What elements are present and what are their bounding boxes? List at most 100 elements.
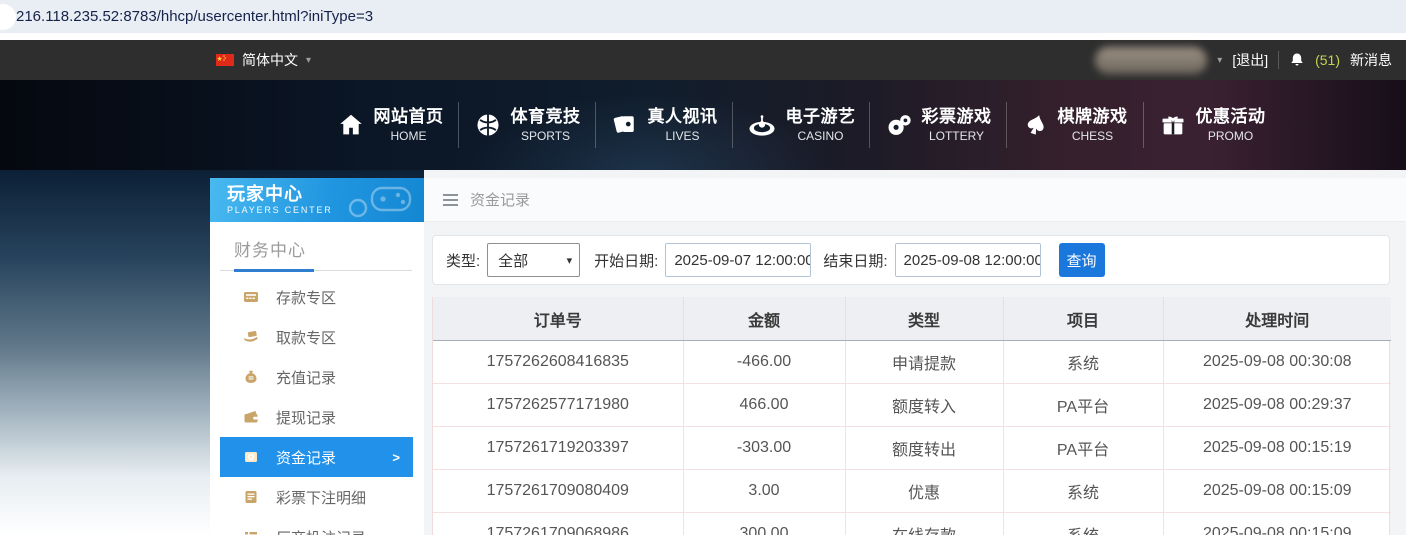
nav-item-home[interactable]: 网站首页HOME — [322, 95, 458, 155]
nav-item-label: 真人视讯LIVES — [648, 106, 718, 143]
sidebar-section: 财务中心 — [220, 236, 412, 271]
gamepad-icon — [340, 180, 416, 222]
table-cell: 1757262577171980 — [433, 384, 683, 427]
playing-cards-icon — [611, 111, 639, 139]
sidebar-item-deposit[interactable]: 存款专区 — [220, 277, 413, 317]
nav-item-casino[interactable]: 电子游艺CASINO — [733, 95, 869, 155]
table-cell: PA平台 — [1003, 427, 1163, 470]
china-flag-icon — [216, 54, 234, 66]
table-cell: 在线存款 — [845, 513, 1003, 535]
sidebar-item-withdrawal-record[interactable]: 提现记录 — [220, 397, 413, 437]
table-row: 17572617090804093.00优惠系统2025-09-08 00:15… — [433, 470, 1391, 513]
end-date-input[interactable] — [895, 243, 1041, 277]
table-cell: 466.00 — [683, 384, 845, 427]
table-cell: 系统 — [1003, 470, 1163, 513]
message-count-badge: (51) — [1315, 52, 1340, 68]
sidebar-item-label: 充值记录 — [276, 367, 336, 388]
table-cell: 2025-09-08 00:30:08 — [1163, 341, 1391, 384]
breadcrumb: 资金记录 — [424, 178, 1406, 222]
lottery-balls-icon — [885, 111, 913, 139]
chevron-down-icon: ▾ — [567, 254, 573, 267]
avatar[interactable] — [1095, 47, 1207, 74]
url-text: 216.118.235.52:8783/hhcp/usercenter.html… — [16, 8, 373, 25]
top-bar-right: ▾ [退出] (51) 新消息 — [1095, 40, 1392, 80]
sidebar-item-label: 存款专区 — [276, 287, 336, 308]
page-title: 资金记录 — [470, 189, 530, 210]
nav-item-label: 优惠活动PROMO — [1196, 106, 1266, 143]
nav-item-label: 电子游艺CASINO — [786, 106, 856, 143]
type-select[interactable]: 全部 ▾ — [487, 243, 580, 277]
content: 资金记录 类型: 全部 ▾ 开始日期: 结束日期: 查询 订单号金额类型项目处理… — [424, 170, 1406, 535]
sidebar-item-withdraw[interactable]: 取款专区 — [220, 317, 413, 357]
bell-icon[interactable] — [1289, 52, 1305, 68]
sidebar-item-label: 彩票下注明细 — [276, 487, 366, 508]
nav-item-promo[interactable]: 优惠活动PROMO — [1144, 95, 1280, 155]
table-cell: 1757261719203397 — [433, 427, 683, 470]
nav-item-label: 棋牌游戏CHESS — [1058, 106, 1128, 143]
start-date-input[interactable] — [665, 243, 811, 277]
sidebar-item-label: 资金记录 — [276, 447, 336, 468]
funds-table: 订单号金额类型项目处理时间 1757262608416835-466.00申请提… — [432, 297, 1390, 535]
table-cell: 2025-09-08 00:15:19 — [1163, 427, 1391, 470]
table-body: 1757262608416835-466.00申请提款系统2025-09-08 … — [433, 341, 1391, 535]
filter-bar: 类型: 全部 ▾ 开始日期: 结束日期: 查询 — [432, 235, 1390, 285]
nav-item-chess[interactable]: 棋牌游戏CHESS — [1007, 95, 1143, 155]
table-cell: 优惠 — [845, 470, 1003, 513]
section-underline — [234, 269, 314, 272]
table-cell: 2025-09-08 00:15:09 — [1163, 513, 1391, 535]
sidebar-section-title: 财务中心 — [234, 236, 412, 269]
recharge-record-icon — [243, 369, 259, 385]
menu-toggle-icon[interactable] — [443, 194, 458, 206]
nav-item-lottery[interactable]: 彩票游戏LOTTERY — [870, 95, 1006, 155]
deposit-icon — [243, 289, 259, 305]
gift-icon — [1159, 111, 1187, 139]
sports-ball-icon — [474, 111, 502, 139]
lottery-detail-icon — [243, 489, 259, 505]
language-selector[interactable]: 简体中文 ▾ — [216, 50, 311, 70]
withdraw-icon — [243, 329, 259, 345]
search-button[interactable]: 查询 — [1059, 243, 1105, 277]
sidebar-item-label: 厂商投注记录 — [276, 527, 366, 535]
start-date-label: 开始日期: — [594, 250, 658, 271]
chevron-right-icon: > — [392, 450, 400, 465]
table-row: 1757262608416835-466.00申请提款系统2025-09-08 … — [433, 341, 1391, 384]
language-label: 简体中文 — [242, 50, 298, 70]
sidebar-item-funds-record[interactable]: 资金记录 > — [220, 437, 413, 477]
browser-strip — [0, 33, 1406, 40]
table-row: 1757261719203397-303.00额度转出PA平台2025-09-0… — [433, 427, 1391, 470]
sidebar-menu: 存款专区取款专区充值记录提现记录资金记录 > 彩票下注明细厂商投注记录 — [220, 277, 413, 535]
divider — [1278, 51, 1279, 69]
table-cell: -466.00 — [683, 341, 845, 384]
home-icon — [337, 111, 365, 139]
table-cell: PA平台 — [1003, 384, 1163, 427]
table-cell: 申请提款 — [845, 341, 1003, 384]
table-row: 1757261709068986300.00在线存款系统2025-09-08 0… — [433, 513, 1391, 535]
chevron-down-icon: ▾ — [1217, 55, 1222, 66]
nav-item-lives[interactable]: 真人视讯LIVES — [596, 95, 732, 155]
sidebar-header: 玩家中心 PLAYERS CENTER — [210, 178, 424, 222]
browser-favicon-circle — [0, 4, 16, 30]
table-header-cell: 类型 — [845, 297, 1003, 341]
table-cell: 系统 — [1003, 341, 1163, 384]
table-cell: 额度转出 — [845, 427, 1003, 470]
table-cell: 1757262608416835 — [433, 341, 683, 384]
end-date-label: 结束日期: — [823, 250, 887, 271]
sidebar: 玩家中心 PLAYERS CENTER 财务中心 存款专区取款专区充值记录提现记… — [210, 178, 424, 535]
table-cell: -303.00 — [683, 427, 845, 470]
roulette-icon — [747, 110, 777, 140]
chevron-down-icon: ▾ — [306, 55, 311, 66]
sidebar-item-recharge-record[interactable]: 充值记录 — [220, 357, 413, 397]
new-messages-link[interactable]: 新消息 — [1350, 50, 1392, 70]
sidebar-item-lottery-detail[interactable]: 彩票下注明细 — [220, 477, 413, 517]
funds-record-icon — [243, 449, 259, 465]
logout-button[interactable]: [退出] — [1232, 50, 1268, 70]
table-cell: 3.00 — [683, 470, 845, 513]
type-select-value: 全部 — [498, 250, 528, 271]
address-bar[interactable]: 216.118.235.52:8783/hhcp/usercenter.html… — [0, 0, 1406, 34]
vendor-bets-icon — [243, 529, 259, 535]
sidebar-item-vendor-bets[interactable]: 厂商投注记录 — [220, 517, 413, 535]
table-cell: 2025-09-08 00:29:37 — [1163, 384, 1391, 427]
nav-item-sports[interactable]: 体育竞技SPORTS — [459, 95, 595, 155]
screen: 216.118.235.52:8783/hhcp/usercenter.html… — [0, 0, 1406, 535]
sidebar-item-label: 取款专区 — [276, 327, 336, 348]
